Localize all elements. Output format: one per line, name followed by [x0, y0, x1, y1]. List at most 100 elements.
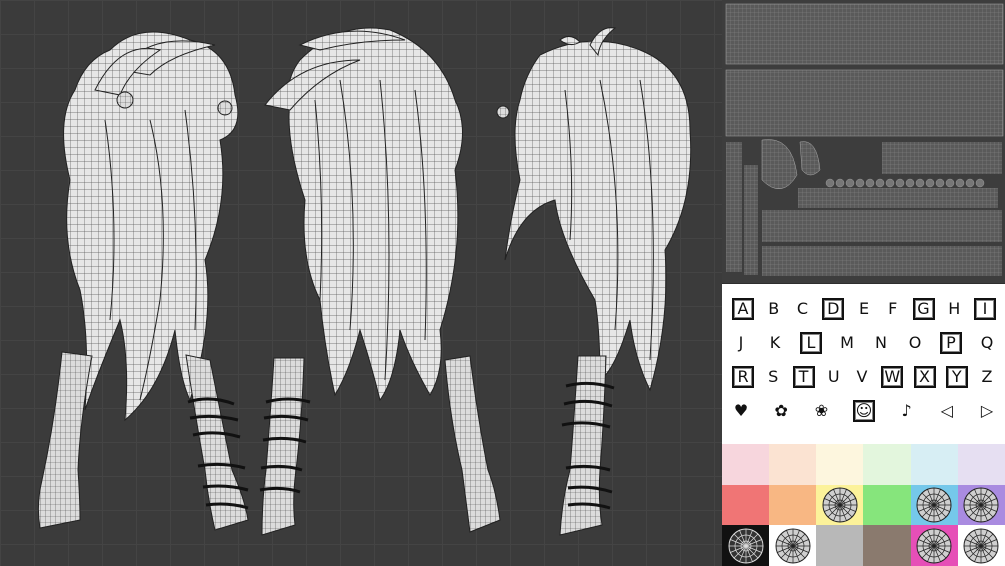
glyph-char: A [732, 298, 754, 320]
glyph-cell: Z [978, 368, 996, 386]
color-swatch [769, 444, 817, 485]
glyph-char: Q [980, 333, 994, 352]
glyph-char: F [888, 299, 898, 318]
glyph-cell: H [945, 300, 963, 318]
glyph-char: ❀ [814, 401, 829, 420]
glyph-row: RSTUVWXYZ [726, 360, 1002, 394]
glyph-cell: G [912, 298, 935, 320]
color-swatch [957, 484, 1005, 526]
glyph-cell: J [732, 334, 750, 352]
glyph-cell: V [853, 368, 871, 386]
glyph-cell: W [881, 366, 904, 388]
color-swatch [816, 525, 864, 566]
glyph-char: W [881, 366, 904, 388]
glyph-char: C [796, 299, 809, 318]
glyph-char: V [856, 367, 868, 386]
color-swatch [769, 525, 817, 566]
glyph-char: L [800, 332, 822, 354]
mesh-emblem-icon [775, 528, 811, 564]
color-swatch [722, 525, 770, 566]
glyph-char: S [768, 367, 779, 386]
glyph-row: ♥ ✿ ❀ ☺ ♪ ◁ ▷ [726, 394, 1002, 428]
glyph-char: K [769, 333, 781, 352]
color-swatch [863, 484, 911, 526]
glyph-cell: N [872, 334, 890, 352]
glyph-char: H [948, 299, 961, 318]
glyph-cell: Y [945, 366, 968, 388]
glyph-char: ▷ [980, 401, 994, 420]
glyph-char: D [822, 298, 845, 320]
glyph-cell: P [940, 332, 962, 354]
glyph-cell: I [974, 298, 996, 320]
glyph-cell: C [794, 300, 812, 318]
glyph-cell: S [764, 368, 782, 386]
glyph-char: ◁ [940, 401, 953, 420]
glyph-cell: Q [978, 334, 996, 352]
color-swatch [863, 444, 911, 485]
glyph-cell: E [855, 300, 873, 318]
glyph-cell: D [822, 298, 845, 320]
glyph-char: G [912, 298, 935, 320]
glyph-char: T [792, 366, 815, 388]
mesh-emblem-icon [728, 528, 764, 564]
color-swatch [910, 484, 958, 526]
glyph-cell: X [913, 366, 936, 388]
glyph-char: ✿ [774, 401, 788, 420]
color-swatch [910, 525, 958, 566]
leg-warmers [37, 351, 607, 536]
glyph-char: I [974, 298, 996, 320]
leg-straps [187, 381, 615, 510]
glyph-cell: T [792, 366, 815, 388]
glyph-cell: K [766, 334, 784, 352]
color-swatch [957, 525, 1005, 566]
color-swatch [769, 484, 817, 526]
glyph-row: ABCDEFGHI [726, 292, 1002, 326]
mesh-emblem-icon [963, 487, 999, 523]
hair-mesh-views [37, 27, 692, 536]
glyph-char: U [827, 367, 840, 386]
glyph-cell: ☺ [852, 400, 876, 422]
mesh-emblem-icon [822, 487, 858, 523]
color-swatch [722, 484, 770, 526]
glyph-char: J [738, 333, 744, 352]
glyph-cell: U [825, 368, 843, 386]
glyph-char: N [875, 333, 887, 352]
glyph-cell: A [732, 298, 754, 320]
mesh-emblem-icon [916, 528, 952, 564]
glyph-cell: ❀ [812, 402, 830, 420]
glyph-char: Y [945, 366, 968, 388]
glyph-char: P [940, 332, 962, 354]
glyph-cell: R [732, 366, 754, 388]
glyph-char: O [908, 333, 922, 352]
glyph-cell: ♥ [732, 402, 750, 420]
glyph-grid: A B C D E F G H I J K L M N O P Q R S T U V W X Y Z ♥ ✿ ❀ ☺ ♪ ◁ ▷ [726, 292, 1002, 428]
glyph-char: E [858, 299, 870, 318]
font-atlas-texture: A B C D E F G H I J K L M N O P Q R S T U V W X Y Z ♥ ✿ ❀ ☺ ♪ ◁ ▷ [722, 284, 1005, 444]
color-swatch [863, 525, 911, 566]
glyph-char: R [732, 366, 754, 388]
hair-view-back [264, 27, 463, 402]
glyph-char: ☺ [852, 400, 876, 422]
glyph-char: ♪ [901, 401, 912, 420]
glyph-cell: L [800, 332, 822, 354]
glyph-char: X [913, 366, 936, 388]
glyph-cell: ✿ [772, 402, 790, 420]
glyph-char: ♥ [733, 401, 749, 420]
hair-view-right [496, 27, 692, 392]
color-swatch [722, 444, 770, 485]
glyph-cell: ◁ [938, 402, 956, 420]
color-swatch [910, 444, 958, 485]
glyph-char: Z [981, 367, 993, 386]
glyph-cell: M [838, 334, 856, 352]
glyph-cell: O [906, 334, 924, 352]
color-swatch [816, 444, 864, 485]
glyph-char: M [840, 333, 854, 352]
glyph-cell: ♪ [898, 402, 916, 420]
mesh-emblem-icon [916, 487, 952, 523]
uv-layout-map [722, 0, 1005, 283]
glyph-row: J KLM N OPQ [726, 326, 1002, 360]
glyph-cell: B [765, 300, 783, 318]
3d-viewport[interactable] [0, 0, 722, 566]
color-swatch [957, 444, 1005, 485]
color-swatch [816, 484, 864, 526]
